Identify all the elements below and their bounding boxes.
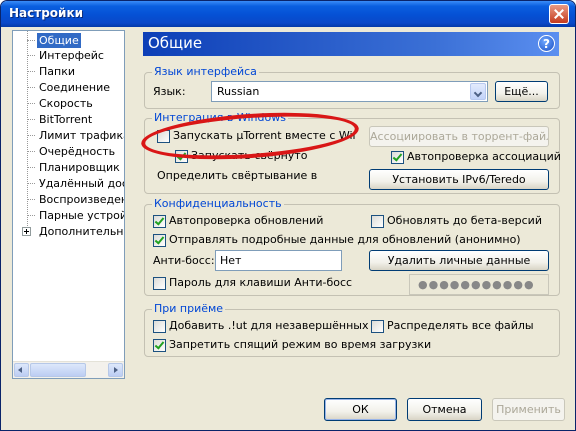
page-header: Общие ?	[143, 32, 559, 56]
detect-minimize-label: Определить свёртывание в	[157, 169, 318, 182]
send-data-checkbox[interactable]	[153, 234, 166, 247]
tree-item-interface[interactable]: Интерфейс	[13, 48, 124, 63]
add-ut-extension-checkbox[interactable]	[153, 320, 166, 333]
tree-item-folders[interactable]: Папки	[13, 64, 124, 79]
tree-item-queueing[interactable]: Очерёдность	[13, 144, 124, 159]
tree-item-scheduler[interactable]: Планировщик	[13, 160, 124, 175]
boss-key-label: Анти-босс:	[153, 254, 215, 267]
tree-item-playback[interactable]: Воспроизведение	[13, 192, 124, 207]
help-icon[interactable]: ?	[538, 35, 555, 52]
allocate-all-files-label: Распределять все файлы	[387, 319, 534, 332]
tree-item-remote[interactable]: Удалённый дост	[13, 176, 124, 191]
settings-window: Настройки Общие Интерфейс Папки Соединен…	[0, 0, 576, 431]
associate-torrent-button[interactable]: Ассоциировать в торрент-файлами	[369, 126, 549, 147]
tree-item-advanced[interactable]: Дополнительно	[13, 224, 124, 239]
boss-password-label: Пароль для клавиши Анти-босс	[169, 276, 353, 289]
settings-category-tree[interactable]: Общие Интерфейс Папки Соединение Скорост…	[12, 30, 125, 379]
boss-password-checkbox[interactable]	[153, 277, 166, 290]
tree-item-speed[interactable]: Скорость	[13, 96, 124, 111]
boss-key-input[interactable]: Нет	[215, 250, 342, 271]
beta-update-checkbox[interactable]	[371, 215, 384, 228]
title-bar[interactable]: Настройки	[1, 1, 575, 27]
boss-password-input[interactable]: ●●●●●●●●●●●	[409, 274, 549, 295]
tree-item-connection[interactable]: Соединение	[13, 80, 124, 95]
download-group-legend: При приёме	[152, 302, 226, 316]
delete-personal-data-button[interactable]: Удалить личные данные	[369, 250, 549, 271]
tree-item-traffic-limit[interactable]: Лимит трафика	[13, 128, 124, 143]
add-ut-extension-label: Добавить .!ut для незавершённых	[169, 319, 369, 332]
allocate-all-files-checkbox[interactable]	[371, 320, 384, 333]
scroll-thumb[interactable]	[30, 363, 86, 377]
window-title: Настройки	[9, 6, 84, 20]
tree-item-bittorrent[interactable]: BitTorrent	[13, 112, 124, 127]
install-ipv6-button[interactable]: Установить IPv6/Teredo	[369, 169, 549, 190]
tree-item-general[interactable]: Общие	[13, 33, 124, 48]
apply-button[interactable]: Применить	[492, 398, 565, 421]
cancel-button[interactable]: Отмена	[407, 398, 482, 421]
language-group-legend: Язык интерфейса	[152, 65, 259, 79]
close-button[interactable]	[549, 4, 569, 24]
auto-check-associations-label: Автопроверка ассоциаций	[407, 150, 561, 163]
auto-update-label: Автопроверка обновлений	[169, 214, 324, 227]
language-label: Язык:	[153, 85, 186, 98]
auto-update-checkbox[interactable]	[153, 215, 166, 228]
auto-check-associations-checkbox[interactable]	[391, 151, 404, 164]
privacy-group-legend: Конфиденциальность	[152, 197, 284, 211]
language-select[interactable]: Russian	[211, 81, 488, 102]
scroll-left-icon[interactable]	[14, 363, 29, 377]
prevent-sleep-label: Запретить спящий режим во время загрузки	[169, 338, 432, 351]
tree-horizontal-scrollbar[interactable]	[13, 361, 124, 378]
language-more-button[interactable]: Ещё...	[495, 81, 548, 102]
expand-plus-icon[interactable]	[22, 227, 31, 236]
prevent-sleep-checkbox[interactable]	[153, 339, 166, 352]
send-data-label: Отправлять подробные данные для обновлен…	[169, 233, 521, 246]
scroll-right-icon[interactable]	[108, 363, 123, 377]
ok-button[interactable]: ОК	[324, 398, 397, 421]
beta-update-label: Обновлять до бета-версий	[387, 214, 542, 227]
page-title: Общие	[148, 34, 203, 52]
tree-item-paired-devices[interactable]: Парные устройст	[13, 208, 124, 223]
chevron-down-icon[interactable]	[470, 83, 486, 100]
